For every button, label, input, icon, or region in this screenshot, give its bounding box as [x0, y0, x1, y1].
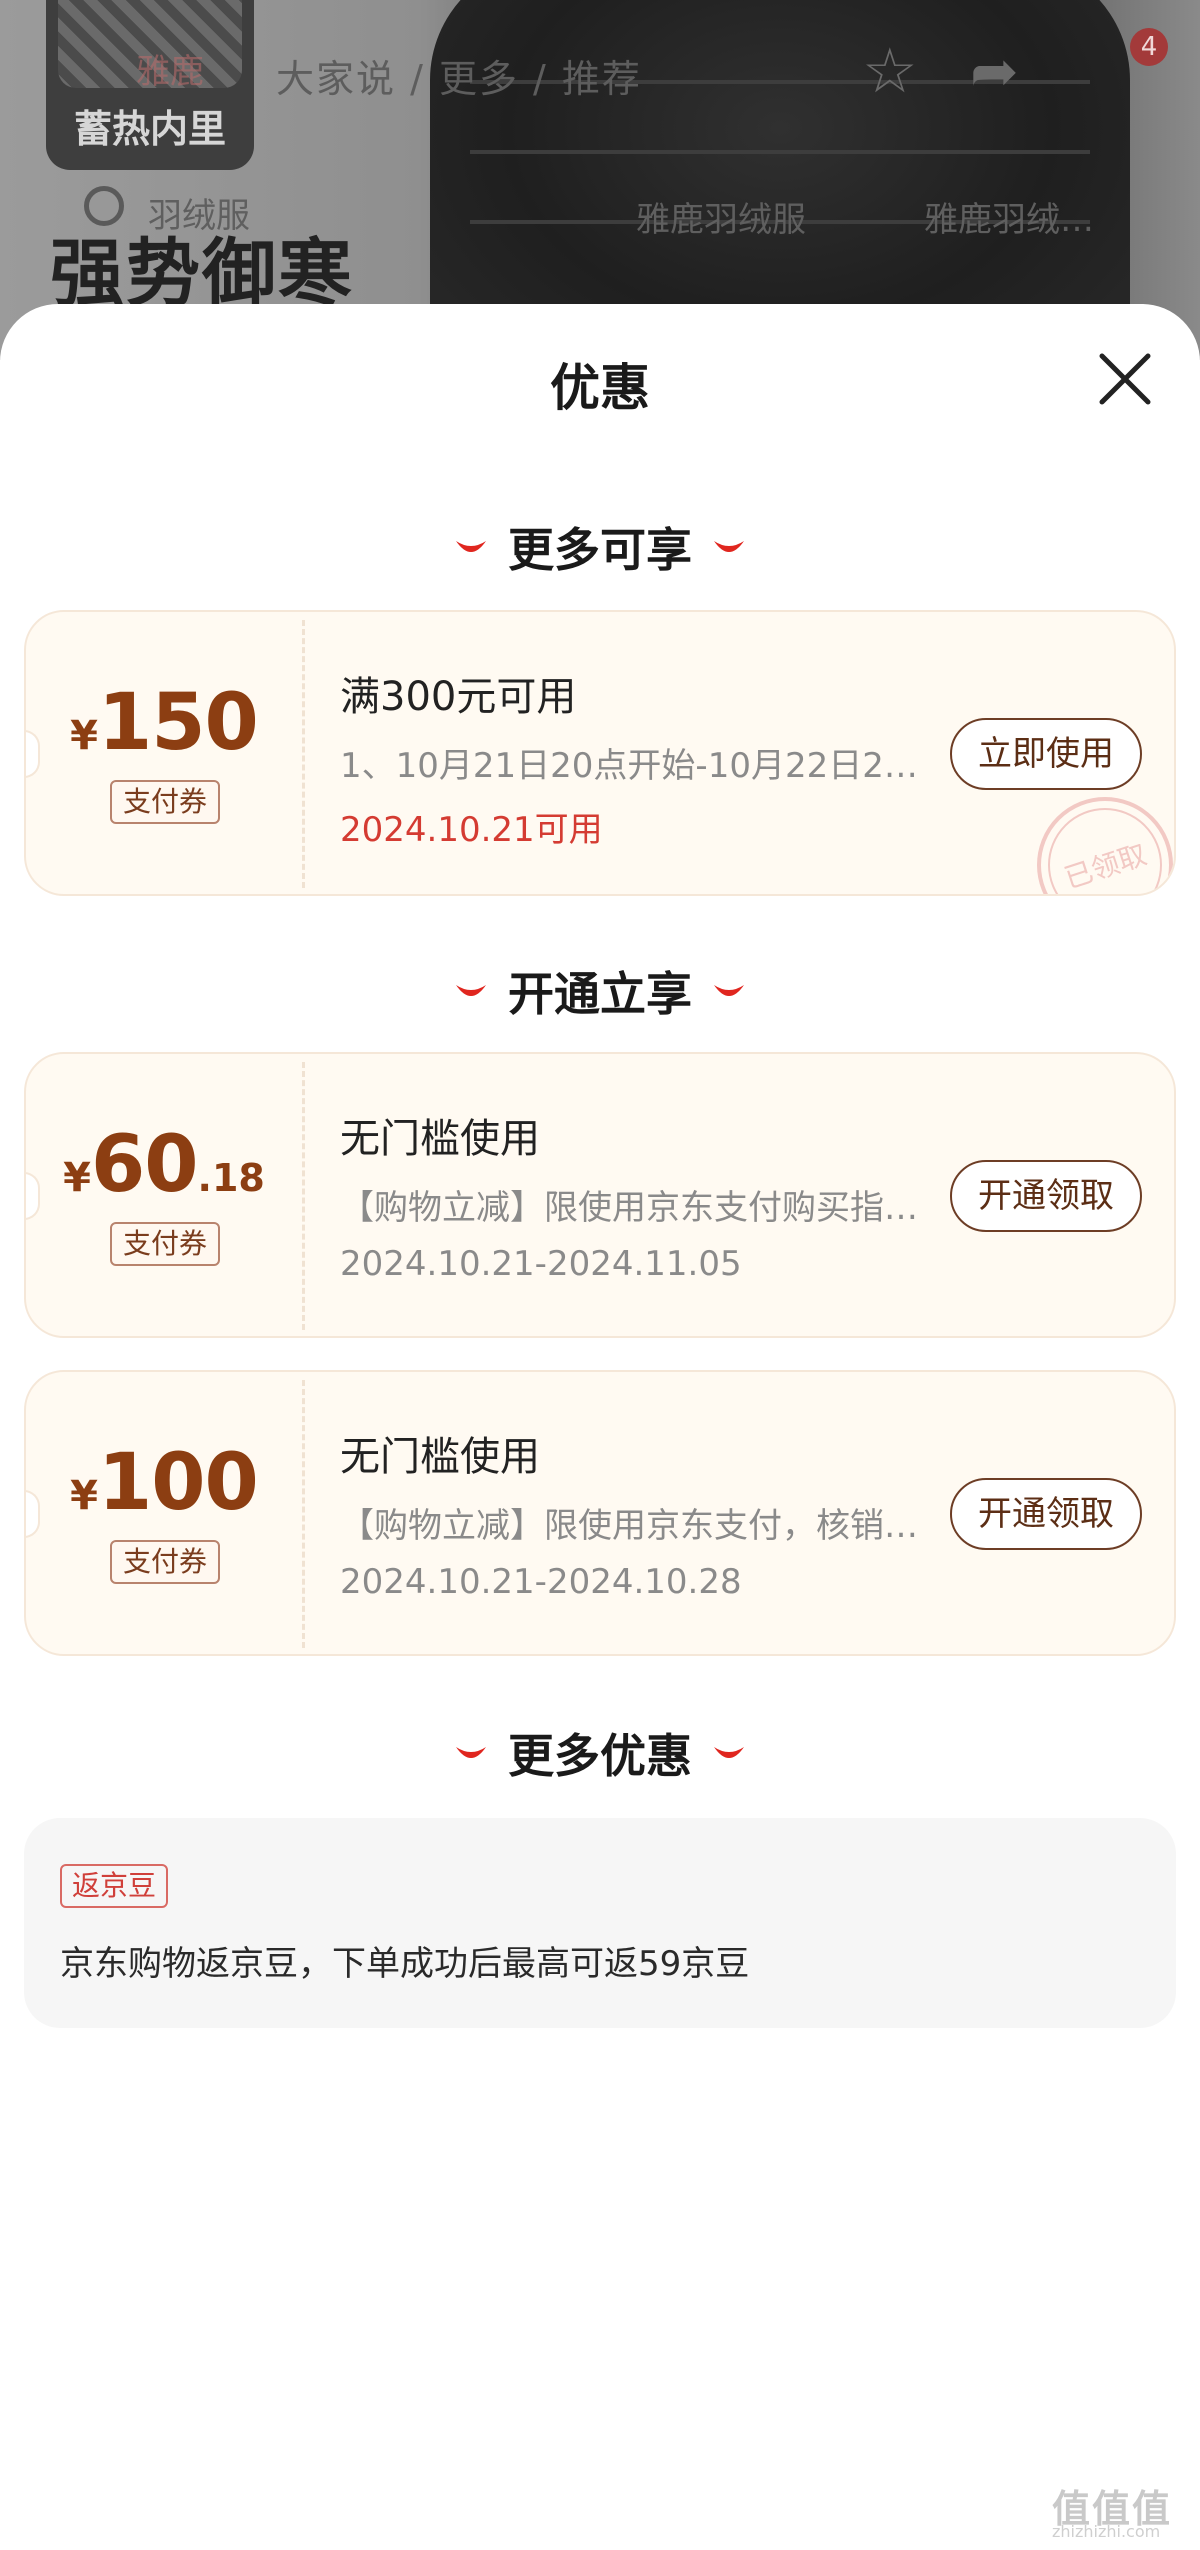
section-title: 开通立享	[508, 967, 692, 1021]
coupon-divider	[302, 1062, 305, 1330]
jingdou-rebate-card[interactable]: 返京豆 京东购物返京豆，下单成功后最高可返59京豆	[24, 1818, 1176, 2028]
coupon-description: 【购物立减】限使用京东支付购买指定商品	[340, 1188, 930, 1228]
smile-decoration-icon	[714, 541, 744, 552]
coupon-condition: 满300元可用	[340, 674, 577, 720]
share-icon[interactable]: ➦	[970, 40, 1019, 102]
coupon-type-tag: 支付券	[110, 1222, 220, 1266]
coupon-amount: ¥100	[26, 1438, 302, 1528]
smile-decoration-icon	[456, 1747, 486, 1758]
coupon-divider	[302, 1380, 305, 1648]
smile-decoration-icon	[714, 985, 744, 996]
currency-symbol: ¥	[70, 713, 98, 759]
activate-claim-button[interactable]: 开通领取	[950, 1160, 1142, 1232]
favorite-star-icon[interactable]: ☆	[862, 40, 918, 102]
coupon-condition: 无门槛使用	[340, 1116, 540, 1162]
smile-decoration-icon	[456, 541, 486, 552]
coupon-card: ¥150 支付券 满300元可用 1、10月21日20点开始-10月22日23点…	[24, 610, 1176, 896]
currency-symbol: ¥	[70, 1473, 98, 1519]
rebate-tag: 返京豆	[60, 1864, 169, 1908]
brand-logo-text: 雅鹿	[136, 52, 204, 92]
amount-value: 150	[98, 678, 259, 768]
coupon-description: 【购物立减】限使用京东支付，核销指定商品	[340, 1506, 930, 1546]
activate-claim-button[interactable]: 开通领取	[950, 1478, 1142, 1550]
coupon-type-tag: 支付券	[110, 1540, 220, 1584]
claimed-stamp-icon: 已领取	[1037, 797, 1173, 895]
coupon-condition: 无门槛使用	[340, 1434, 540, 1480]
amount-value: 100	[98, 1438, 259, 1528]
section-title: 更多优惠	[508, 1729, 692, 1783]
close-button[interactable]	[1094, 348, 1156, 410]
related-tag[interactable]: 雅鹿羽绒服	[636, 192, 806, 241]
stamp-text: 已领取	[1060, 838, 1150, 895]
coupon-date: 2024.10.21-2024.11.05	[340, 1244, 742, 1284]
coupon-date: 2024.10.21可用	[340, 810, 603, 850]
coupon-date: 2024.10.21-2024.10.28	[340, 1562, 742, 1602]
section-header-more-available: 更多可享	[0, 512, 1200, 582]
watermark-url: zhizhizhi.com	[1052, 2522, 1161, 2541]
coupon-type-tag: 支付券	[110, 780, 220, 824]
currency-symbol: ¥	[63, 1155, 91, 1201]
section-title: 更多可享	[508, 523, 692, 577]
smile-decoration-icon	[456, 985, 486, 996]
coupon-divider	[302, 620, 305, 888]
coupon-description: 1、10月21日20点开始-10月22日23点59分	[340, 746, 930, 786]
coupon-card: ¥100 支付券 无门槛使用 【购物立减】限使用京东支付，核销指定商品 2024…	[24, 1370, 1176, 1656]
rebate-text: 京东购物返京豆，下单成功后最高可返59京豆	[60, 1944, 750, 1984]
offers-sheet: 优惠 更多可享 ¥150 支付券 满300元可用 1、10月21日20点开始-1…	[0, 304, 1200, 2550]
smile-decoration-icon	[714, 1747, 744, 1758]
badge-text: 蓄热内里	[73, 107, 226, 151]
coupon-card: ¥60.18 支付券 无门槛使用 【购物立减】限使用京东支付购买指定商品 202…	[24, 1052, 1176, 1338]
sheet-title: 优惠	[550, 359, 650, 417]
amount-value: 60	[90, 1120, 199, 1210]
use-now-button[interactable]: 立即使用	[950, 718, 1142, 790]
related-tag[interactable]: 雅鹿羽绒…	[924, 192, 1094, 241]
section-header-open-to-enjoy: 开通立享	[0, 956, 1200, 1026]
cart-count-badge: 4	[1130, 28, 1168, 66]
amount-decimal: .18	[197, 1156, 265, 1200]
close-icon	[1099, 353, 1151, 405]
coupon-amount: ¥150	[26, 678, 302, 768]
section-header-more-offers: 更多优惠	[0, 1718, 1200, 1788]
header-hint: 大家说 / 更多 / 推荐	[276, 57, 642, 101]
coupon-amount: ¥60.18	[26, 1120, 302, 1210]
